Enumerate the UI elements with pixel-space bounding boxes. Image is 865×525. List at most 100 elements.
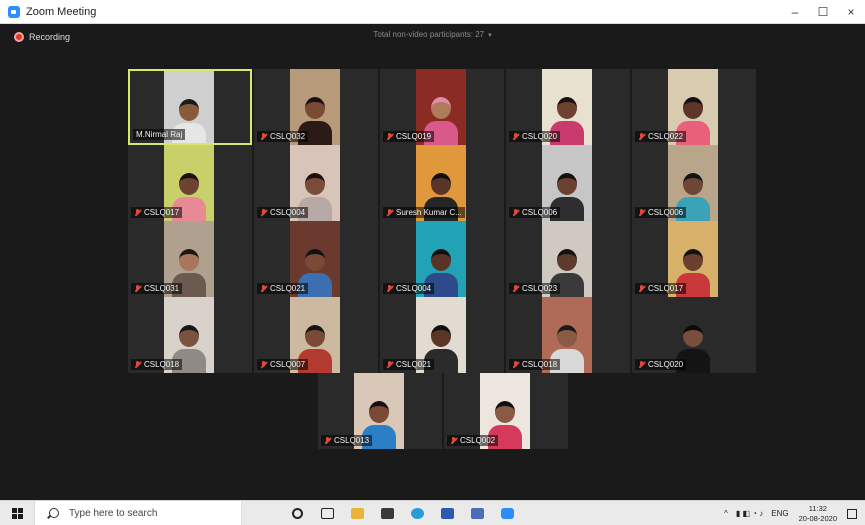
participant-tile[interactable]: CSLQ023	[506, 221, 630, 297]
participant-tile[interactable]: CSLQ019	[380, 69, 504, 145]
tray-status-icons[interactable]: ▮ ◧ ◔ ♪	[736, 509, 763, 518]
onenote-icon	[470, 507, 484, 519]
participant-name-tag: CSLQ020	[635, 359, 687, 370]
participant-tile[interactable]: CSLQ006	[632, 145, 756, 221]
mic-muted-icon	[512, 132, 519, 141]
windows-logo-icon	[11, 507, 23, 519]
participant-name: CSLQ004	[270, 208, 306, 217]
start-button[interactable]	[0, 501, 34, 525]
meeting-gallery: Recording Total non-video participants: …	[0, 24, 865, 500]
participant-name: CSLQ006	[522, 208, 558, 217]
participant-tile[interactable]: CSLQ004	[380, 221, 504, 297]
onenote-taskbar-button[interactable]	[462, 501, 492, 525]
participant-name-tag: CSLQ031	[131, 283, 183, 294]
participant-name-tag: CSLQ004	[383, 283, 435, 294]
participant-tile[interactable]: CSLQ017	[632, 221, 756, 297]
participant-tile[interactable]: CSLQ018	[128, 297, 252, 373]
task-view-taskbar-button[interactable]	[312, 501, 342, 525]
mic-muted-icon	[638, 360, 645, 369]
window-title: Zoom Meeting	[26, 5, 97, 18]
participant-name: M.Nirmal Raj	[136, 130, 183, 139]
window-titlebar: Zoom Meeting – ☐ ×	[0, 0, 865, 24]
windows-taskbar: Type here to search ^ ▮ ◧ ◔ ♪ ENG 11:32 …	[0, 500, 865, 525]
mic-muted-icon	[638, 132, 645, 141]
file-explorer-taskbar-button[interactable]	[342, 501, 372, 525]
participant-tile[interactable]: CSLQ022	[632, 69, 756, 145]
participant-name: CSLQ018	[144, 360, 180, 369]
mail-icon	[380, 507, 394, 519]
mic-muted-icon	[512, 208, 519, 217]
participant-name-tag: CSLQ021	[383, 359, 435, 370]
participant-name-tag: CSLQ020	[509, 131, 561, 142]
edge-icon	[410, 507, 424, 519]
mic-muted-icon	[386, 208, 393, 217]
mic-muted-icon	[638, 208, 645, 217]
participant-tile[interactable]: Suresh Kumar C...	[380, 145, 504, 221]
file-explorer-icon	[350, 507, 364, 519]
participant-tile[interactable]: CSLQ004	[254, 145, 378, 221]
close-button[interactable]: ×	[837, 0, 865, 24]
participant-name: CSLQ017	[648, 284, 684, 293]
notifications-icon[interactable]	[847, 508, 857, 519]
participant-name: CSLQ021	[396, 360, 432, 369]
word-icon	[440, 507, 454, 519]
mic-muted-icon	[450, 436, 457, 445]
edge-taskbar-button[interactable]	[402, 501, 432, 525]
mic-muted-icon	[260, 284, 267, 293]
window-controls: – ☐ ×	[781, 0, 865, 24]
minimize-button[interactable]: –	[781, 0, 809, 24]
participant-tile[interactable]: CSLQ020	[506, 69, 630, 145]
participant-tile[interactable]: CSLQ021	[254, 221, 378, 297]
clock-time: 11:32	[808, 503, 827, 513]
participant-name: CSLQ018	[522, 360, 558, 369]
participant-name: CSLQ020	[522, 132, 558, 141]
mic-muted-icon	[134, 360, 141, 369]
participant-name: CSLQ020	[648, 360, 684, 369]
taskbar-clock[interactable]: 11:32 20-08-2020	[799, 504, 837, 524]
language-indicator[interactable]: ENG	[771, 509, 788, 518]
participant-name: CSLQ006	[648, 208, 684, 217]
participant-tile[interactable]: CSLQ007	[254, 297, 378, 373]
participant-name-tag: CSLQ022	[635, 131, 687, 142]
zoom-app-icon	[8, 5, 20, 18]
mic-muted-icon	[260, 132, 267, 141]
maximize-button[interactable]: ☐	[809, 0, 837, 24]
participant-name-tag: CSLQ018	[509, 359, 561, 370]
participant-name: CSLQ022	[648, 132, 684, 141]
zoom-taskbar-button[interactable]	[492, 501, 522, 525]
participant-name-tag: CSLQ018	[131, 359, 183, 370]
participant-tile[interactable]: CSLQ017	[128, 145, 252, 221]
participant-name: CSLQ031	[144, 284, 180, 293]
clock-date: 20-08-2020	[798, 513, 837, 523]
mic-muted-icon	[134, 208, 141, 217]
participant-name-tag: CSLQ013	[321, 435, 373, 446]
participant-tile[interactable]: CSLQ020	[632, 297, 756, 373]
tray-caret-icon[interactable]: ^	[724, 509, 728, 518]
search-placeholder: Type here to search	[69, 507, 158, 519]
participant-tile[interactable]: CSLQ031	[128, 221, 252, 297]
mic-muted-icon	[386, 360, 393, 369]
participant-name-tag: CSLQ017	[635, 283, 687, 294]
mail-taskbar-button[interactable]	[372, 501, 402, 525]
participant-name-tag: CSLQ004	[257, 207, 309, 218]
cortana-taskbar-button[interactable]	[282, 501, 312, 525]
word-taskbar-button[interactable]	[432, 501, 462, 525]
participant-name-tag: CSLQ032	[257, 131, 309, 142]
non-video-label: Total non-video participants: 27	[373, 30, 485, 39]
participant-name: CSLQ002	[460, 436, 496, 445]
taskbar-search[interactable]: Type here to search	[34, 500, 242, 525]
participant-name-tag: CSLQ002	[447, 435, 499, 446]
participant-tile[interactable]: CSLQ013	[318, 373, 442, 449]
non-video-participants[interactable]: Total non-video participants: 27 ▾	[0, 30, 865, 39]
participant-name: Suresh Kumar C...	[396, 208, 462, 217]
participant-tile[interactable]: CSLQ006	[506, 145, 630, 221]
chevron-down-icon: ▾	[488, 32, 492, 39]
mic-muted-icon	[386, 132, 393, 141]
participant-tile[interactable]: CSLQ018	[506, 297, 630, 373]
participant-name-tag: CSLQ023	[509, 283, 561, 294]
participant-name-tag: M.Nirmal Raj	[133, 129, 186, 140]
participant-tile[interactable]: CSLQ032	[254, 69, 378, 145]
participant-tile[interactable]: M.Nirmal Raj	[128, 69, 252, 145]
participant-tile[interactable]: CSLQ021	[380, 297, 504, 373]
participant-tile[interactable]: CSLQ002	[444, 373, 568, 449]
